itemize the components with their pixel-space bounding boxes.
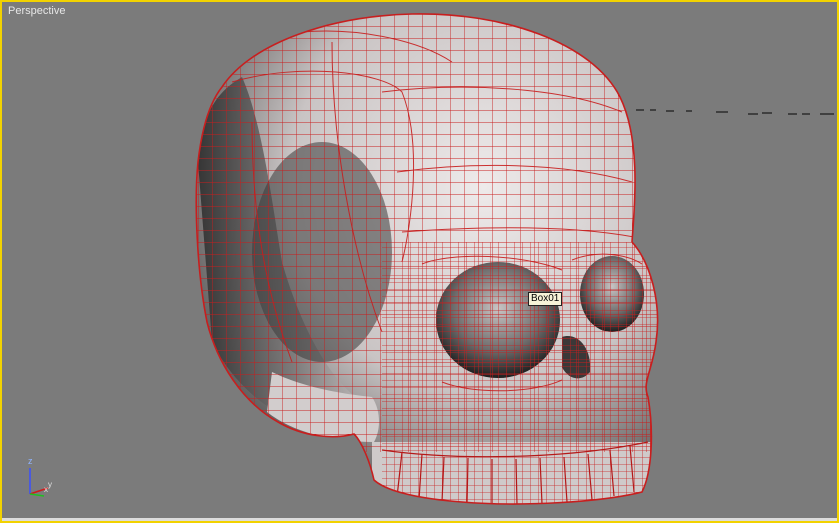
object-name-tooltip: Box01: [528, 292, 563, 306]
viewport-bottom-strip: [2, 518, 837, 521]
axis-z-label: z: [28, 456, 33, 466]
background-geometry: [636, 109, 834, 115]
skull-surface: [196, 13, 658, 504]
axis-y-label: y: [48, 480, 52, 489]
perspective-viewport[interactable]: Perspective Box01 z x y: [0, 0, 839, 523]
axis-gizmo: z x y: [28, 456, 52, 497]
skull-model[interactable]: [2, 2, 837, 521]
